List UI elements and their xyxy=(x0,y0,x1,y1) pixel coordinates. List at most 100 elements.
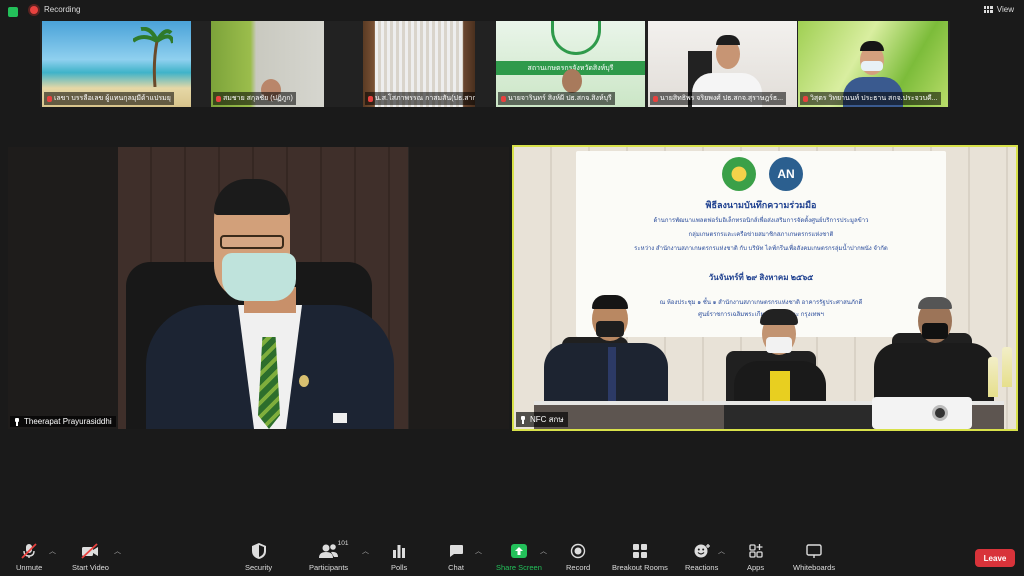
banner-line: ระหว่าง สำนักงานสภาเกษตรกรแห่งชาติ กับ บ… xyxy=(634,246,888,252)
banner-line: ณ ห้องประชุม ๑ ชั้น ๑ สำนักงานสภาเกษตรกร… xyxy=(659,300,863,306)
banner-date: วันจันทร์ที่ ๒๙ สิงหาคม ๒๕๖๕ xyxy=(708,273,814,282)
water-bottle xyxy=(988,357,998,397)
chevron-up-icon[interactable]: ︿ xyxy=(718,546,725,556)
chevron-up-icon[interactable]: ︿ xyxy=(540,546,547,556)
palm-tree-image xyxy=(133,27,173,87)
participant-thumb[interactable]: นายสิทธิพร จริยพงศ์ ปธ.สกจ.สุราษฎร์ธ... xyxy=(648,21,797,107)
participant-name: นายสิทธิพร จริยพงศ์ ปธ.สกจ.สุราษฎร์ธ... xyxy=(650,92,787,105)
glasses xyxy=(220,235,284,249)
start-video-button[interactable]: Start Video xyxy=(72,542,109,572)
tie xyxy=(608,347,616,403)
background-right xyxy=(409,147,509,429)
muted-mic-icon xyxy=(803,95,808,102)
participants-icon: 101 xyxy=(314,540,348,560)
polls-button[interactable]: Polls xyxy=(391,542,407,572)
participant-name: นายจารินทร์ สิงห์ผี ปธ.สกจ.สิงห์บุรี xyxy=(498,92,615,105)
participant-name-label: Theerapat Prayurasiddhi xyxy=(10,416,116,427)
lapel-pin xyxy=(299,375,309,387)
muted-mic-icon xyxy=(501,95,506,102)
share-screen-icon xyxy=(510,542,528,560)
participant-thumb[interactable]: วิสุตร วิทยานนท์ ประธาน สกจ.ประจวบคี... xyxy=(798,21,948,107)
view-button[interactable]: View xyxy=(983,5,1014,14)
projector-lens xyxy=(932,405,948,421)
participant-name: น.ส.โสภาพรรณ กาสมสัน(ปธ.สาก) xyxy=(365,92,475,105)
participant-hair xyxy=(716,35,740,45)
banner-line: กลุ่มเกษตรกรและเครือข่ายสมาชิกสภาเกษตรกร… xyxy=(688,232,834,238)
participant-name: เลขา บรรลือเลข ผู้แทนกุลมุมีด้าแปรมยุ xyxy=(44,92,174,105)
shield-icon xyxy=(251,542,267,560)
face-mask xyxy=(222,253,296,301)
partner-logo: AN xyxy=(769,157,803,191)
participant-hair xyxy=(918,297,952,309)
meeting-toolbar: Unmute ︿ Start Video ︿ Security 101 Part… xyxy=(0,536,1024,576)
participant-thumb[interactable]: สถานเกษตรกรจังหวัดสิงห์บุรี นายจารินทร์ … xyxy=(496,21,645,107)
breakout-rooms-button[interactable]: Breakout Rooms xyxy=(612,542,668,572)
participants-button[interactable]: 101 Participants xyxy=(309,540,348,572)
grid-view-icon xyxy=(983,6,993,13)
record-icon xyxy=(570,542,586,560)
muted-mic-icon xyxy=(47,95,52,102)
participant-name: วิสุตร วิทยานนท์ ประธาน สกจ.ประจวบคี... xyxy=(800,92,941,105)
laptop xyxy=(724,405,874,429)
zoom-meeting-window: Recording View เลขา บรรลือเลข ผู้แทนกุลม… xyxy=(0,0,1024,576)
banner-title: พิธีลงนามบันทึกความร่วมมือ xyxy=(705,200,817,210)
leaf-decoration xyxy=(576,151,684,225)
chevron-up-icon[interactable]: ︿ xyxy=(475,546,482,556)
bar-chart-icon xyxy=(391,542,407,560)
participant-name: สมชาย สกุลชัย (ปฏิภูก) xyxy=(213,92,296,105)
chevron-up-icon[interactable]: ︿ xyxy=(49,546,56,556)
leave-button[interactable]: Leave xyxy=(975,549,1015,567)
participant-hair xyxy=(860,41,884,51)
face-mask xyxy=(596,321,624,337)
top-bar: Recording View xyxy=(0,0,1024,22)
whiteboards-button[interactable]: Whiteboards xyxy=(793,542,835,572)
video-tile-active[interactable]: AN พิธีลงนามบันทึกความร่วมมือ ด้านการพัฒ… xyxy=(512,145,1018,431)
participant-face xyxy=(562,69,582,93)
record-button[interactable]: Record xyxy=(566,542,590,572)
reactions-button[interactable]: Reactions xyxy=(685,542,718,572)
gallery-strip: เลขา บรรลือเลข ผู้แทนกุลมุมีด้าแปรมยุ สม… xyxy=(40,21,950,107)
projector xyxy=(872,397,972,429)
whiteboard-icon xyxy=(805,542,823,560)
participant-thumb[interactable]: สมชาย สกุลชัย (ปฏิภูก) xyxy=(211,21,324,107)
participant-count: 101 xyxy=(337,540,349,547)
muted-mic-icon xyxy=(653,95,658,102)
participant-hair xyxy=(592,295,628,309)
chat-button[interactable]: Chat xyxy=(448,542,464,572)
record-dot-icon xyxy=(30,5,38,14)
share-screen-button[interactable]: Share Screen xyxy=(496,542,542,572)
banner-line: ด้านการพัฒนาแพลตฟอร์มอิเล็กทรอนิกส์เพื่อ… xyxy=(653,218,869,224)
security-button[interactable]: Security xyxy=(245,542,272,572)
participant-thumb[interactable]: เลขา บรรลือเลข ผู้แทนกุลมุมีด้าแปรมยุ xyxy=(42,21,191,107)
face-mask xyxy=(922,323,948,339)
seal-logo xyxy=(551,21,601,55)
pin-icon xyxy=(14,417,20,426)
muted-mic-icon xyxy=(368,95,373,102)
participant-name-label: NFC สกษ xyxy=(516,412,568,427)
chevron-up-icon[interactable]: ︿ xyxy=(362,546,369,556)
muted-mic-icon xyxy=(20,542,38,560)
pocket-square xyxy=(333,413,347,423)
unmute-button[interactable]: Unmute xyxy=(16,542,42,572)
recording-indicator[interactable]: Recording xyxy=(30,5,80,14)
participant-hair xyxy=(760,309,798,325)
muted-mic-icon xyxy=(216,95,221,102)
smiley-plus-icon xyxy=(693,542,711,560)
view-label: View xyxy=(996,5,1014,14)
pin-icon xyxy=(520,415,526,424)
chat-icon xyxy=(448,542,464,560)
apps-icon xyxy=(748,542,764,560)
council-logo xyxy=(722,157,756,191)
breakout-rooms-icon xyxy=(632,542,648,560)
ceremony-banner: AN พิธีลงนามบันทึกความร่วมมือ ด้านการพัฒ… xyxy=(576,151,946,337)
video-tile-speaker[interactable]: Theerapat Prayurasiddhi xyxy=(8,147,509,429)
background-left xyxy=(8,147,118,429)
chevron-up-icon[interactable]: ︿ xyxy=(114,546,121,556)
water-bottle xyxy=(1002,347,1012,387)
recording-label: Recording xyxy=(44,5,81,14)
face-mask xyxy=(766,337,792,353)
video-off-icon xyxy=(80,542,100,560)
participant-thumb[interactable]: น.ส.โสภาพรรณ กาสมสัน(ปธ.สาก) xyxy=(363,21,475,107)
security-shield-icon[interactable] xyxy=(8,7,18,17)
apps-button[interactable]: Apps xyxy=(747,542,764,572)
